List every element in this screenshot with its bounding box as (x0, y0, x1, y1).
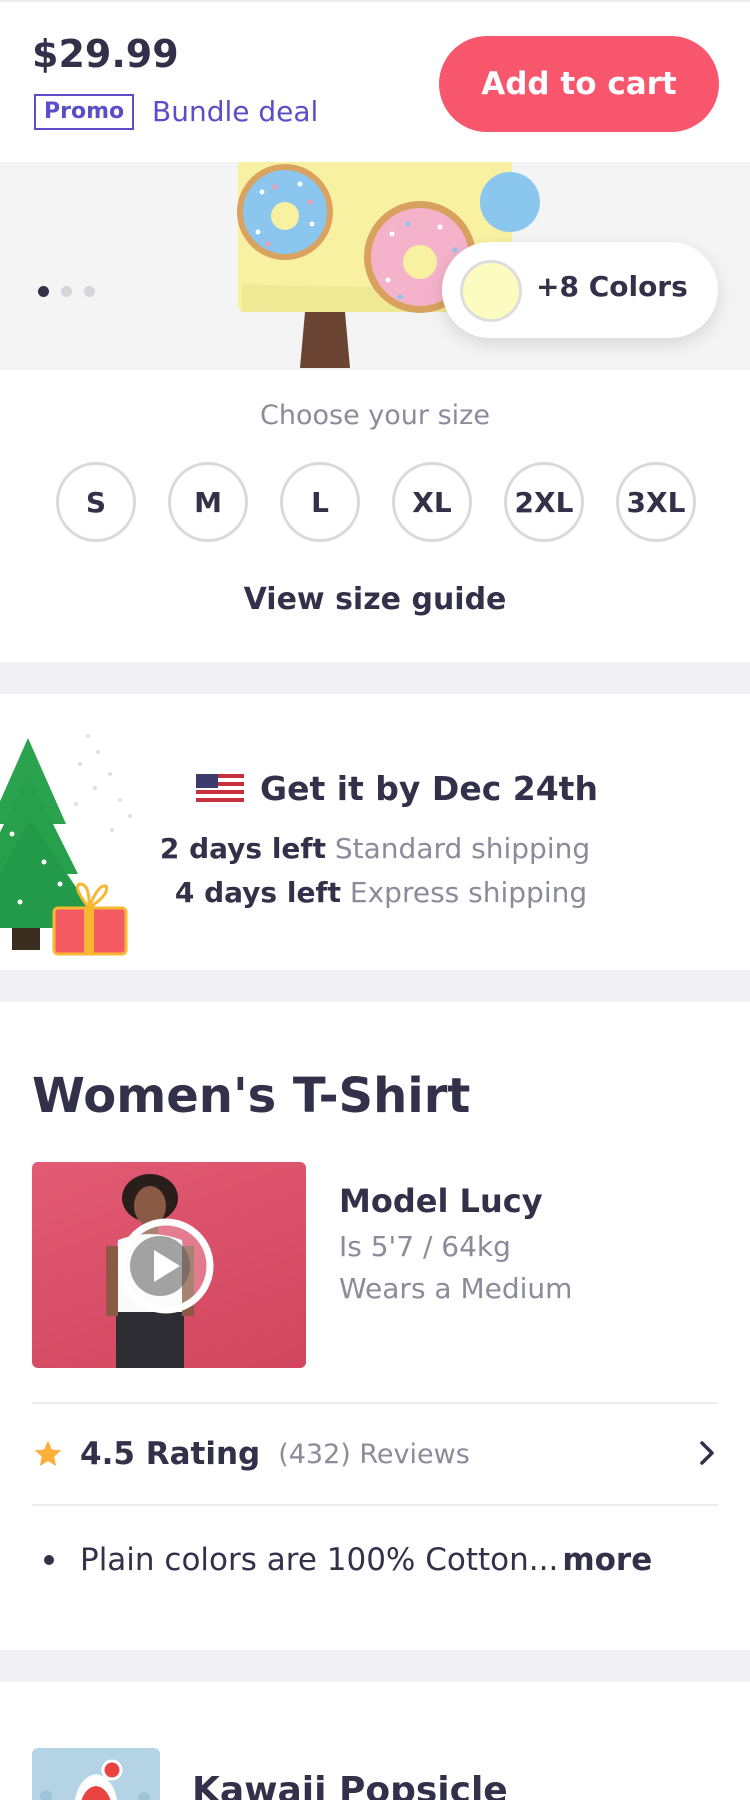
more-colors-label: +8 Colors (536, 270, 688, 303)
delivery-headline: Get it by Dec 24th (196, 768, 598, 808)
sticky-purchase-bar: $29.99 Promo Bundle deal Add to cart (0, 0, 750, 162)
model-measurements: Is 5'7 / 64kg (339, 1230, 511, 1263)
more-link[interactable]: more (562, 1542, 652, 1578)
play-icon[interactable] (116, 1216, 216, 1316)
size-option-s[interactable]: S (56, 462, 136, 542)
model-size-worn: Wears a Medium (339, 1272, 573, 1305)
size-option-xl[interactable]: XL (392, 462, 472, 542)
feature-text: Plain colors are 100% Cotton... (80, 1542, 559, 1578)
express-days-left: 4 days left (174, 876, 342, 909)
product-feature: Plain colors are 100% Cotton... more (44, 1542, 652, 1578)
star-icon (34, 1440, 62, 1466)
related-product-thumbnail[interactable] (32, 1748, 160, 1800)
add-to-cart-button[interactable]: Add to cart (439, 36, 719, 132)
product-details: Women's T-Shirt Model Lucy Is 5'7 / 64kg… (0, 1002, 750, 1650)
product-image-carousel[interactable]: +8 Colors (0, 162, 750, 368)
carousel-dot[interactable] (38, 286, 49, 297)
color-picker-button[interactable]: +8 Colors (442, 242, 718, 338)
rating-row[interactable]: 4.5 Rating (432) Reviews (32, 1430, 718, 1478)
express-shipping-row: 4 days left Express shipping (0, 876, 750, 909)
shipping-estimate: Get it by Dec 24th 2 days left Standard … (0, 694, 750, 970)
popsicle-image (40, 1759, 150, 1800)
related-product-card[interactable]: Kawaii Popsicle (0, 1682, 750, 1800)
us-flag-icon (196, 774, 244, 802)
size-option-3xl[interactable]: 3XL (616, 462, 696, 542)
product-title: Women's T-Shirt (32, 1068, 471, 1124)
chevron-right-icon (700, 1441, 714, 1465)
carousel-dot[interactable] (61, 286, 72, 297)
standard-shipping-row: 2 days left Standard shipping (0, 832, 750, 865)
carousel-dot[interactable] (84, 286, 95, 297)
delivery-date: Get it by Dec 24th (260, 768, 598, 808)
related-product-title[interactable]: Kawaii Popsicle (192, 1770, 508, 1800)
product-price: $29.99 (32, 32, 179, 76)
standard-shipping-label: Standard shipping (334, 832, 591, 865)
model-name: Model Lucy (339, 1182, 543, 1220)
divider (32, 1402, 718, 1404)
carousel-pagination[interactable] (38, 286, 95, 297)
size-option-l[interactable]: L (280, 462, 360, 542)
model-video-thumbnail[interactable] (32, 1162, 306, 1368)
rating-value: 4.5 Rating (80, 1436, 261, 1472)
selected-color-swatch (460, 260, 522, 322)
bullet-icon (44, 1555, 54, 1565)
size-option-m[interactable]: M (168, 462, 248, 542)
bundle-deal-link[interactable]: Bundle deal (152, 94, 318, 130)
express-shipping-label: Express shipping (349, 876, 588, 909)
size-guide-link[interactable]: View size guide (0, 582, 750, 617)
size-heading: Choose your size (260, 400, 490, 431)
promo-badge: Promo (34, 94, 135, 130)
size-option-2xl[interactable]: 2XL (504, 462, 584, 542)
standard-days-left: 2 days left (159, 832, 326, 865)
divider (32, 1504, 718, 1506)
review-count: (432) Reviews (278, 1438, 470, 1470)
size-selector: Choose your size S M L XL 2XL 3XL View s… (0, 370, 750, 662)
